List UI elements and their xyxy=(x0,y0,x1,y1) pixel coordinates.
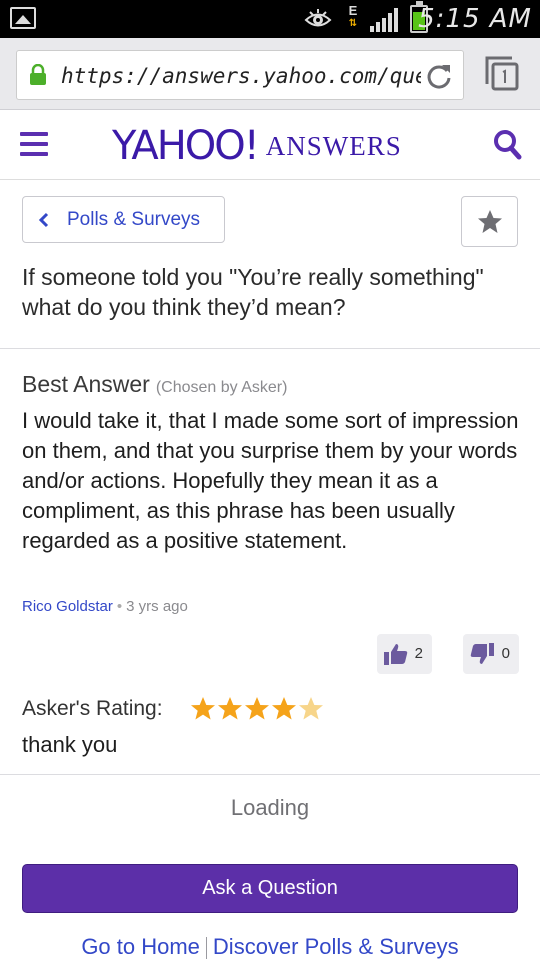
status-bar: E ⇅ 5:15 AM xyxy=(0,0,540,38)
asker-rating-comment: thank you xyxy=(22,732,118,757)
address-bar[interactable]: https://answers.yahoo.com/questi xyxy=(16,50,464,100)
star-filled-icon xyxy=(272,697,296,720)
category-label: Polls & Surveys xyxy=(67,209,201,230)
reload-icon[interactable] xyxy=(425,62,453,90)
thumbs-up-button[interactable]: 2 xyxy=(377,634,432,674)
star-icon xyxy=(478,210,502,233)
answer-meta: Rico Goldstar • 3 yrs ago xyxy=(22,596,188,618)
data-activity-icon: E ⇅ xyxy=(348,3,358,29)
best-answer-title: Best Answer xyxy=(22,371,150,397)
url-text[interactable]: https://answers.yahoo.com/questi xyxy=(61,61,421,91)
answer-author-link[interactable]: Rico Goldstar xyxy=(22,598,113,615)
logo-main: YAHOO! xyxy=(112,123,260,169)
browser-toolbar: https://answers.yahoo.com/questi xyxy=(0,38,540,110)
loading-indicator: Loading xyxy=(230,795,310,820)
discover-category-link[interactable]: Discover Polls & Surveys xyxy=(213,934,459,959)
network-type-label: E xyxy=(348,3,358,18)
ask-question-button[interactable]: Ask a Question xyxy=(22,864,518,913)
asker-rating-label: Asker's Rating: xyxy=(22,697,163,720)
yahoo-answers-logo[interactable]: YAHOO! ANSWERS xyxy=(112,124,402,168)
answer-time-ago: 3 yrs ago xyxy=(126,598,188,615)
star-empty-icon xyxy=(299,697,323,720)
search-icon[interactable] xyxy=(492,128,522,160)
chevron-left-icon xyxy=(38,212,49,228)
site-header: YAHOO! ANSWERS xyxy=(0,110,540,180)
thumbs-up-count: 2 xyxy=(414,645,423,662)
eye-icon xyxy=(304,9,332,27)
tabs-icon[interactable] xyxy=(484,54,520,92)
divider xyxy=(0,348,540,349)
star-filled-icon xyxy=(245,697,269,720)
clock: 5:15 AM xyxy=(418,4,532,34)
asker-rating-stars xyxy=(191,697,323,720)
best-answer-heading: Best Answer (Chosen by Asker) xyxy=(22,368,287,400)
thumbs-down-button[interactable]: 0 xyxy=(463,634,519,674)
thumbs-up-icon xyxy=(384,644,408,665)
divider xyxy=(0,774,540,775)
thumbs-down-count: 0 xyxy=(501,645,510,662)
go-to-home-link[interactable]: Go to Home xyxy=(81,934,200,959)
star-filled-icon xyxy=(218,697,242,720)
save-question-button[interactable] xyxy=(461,196,518,247)
footer-links: Go to Home Discover Polls & Surveys xyxy=(0,934,540,960)
chosen-by-asker-note: (Chosen by Asker) xyxy=(155,379,288,396)
star-filled-icon xyxy=(191,697,215,720)
menu-icon[interactable] xyxy=(20,132,48,156)
lock-icon xyxy=(30,64,46,85)
thumbs-down-icon xyxy=(470,643,494,664)
meta-separator: • xyxy=(116,598,123,615)
image-notification-icon xyxy=(10,7,36,29)
logo-sub: ANSWERS xyxy=(265,131,402,161)
footer-separator xyxy=(205,937,207,960)
category-breadcrumb-button[interactable]: Polls & Surveys xyxy=(22,196,225,243)
best-answer-text: I would take it, that I made some sort o… xyxy=(22,408,519,553)
question-title: If someone told you "You’re really somet… xyxy=(22,264,484,320)
signal-bars-icon xyxy=(370,8,398,32)
